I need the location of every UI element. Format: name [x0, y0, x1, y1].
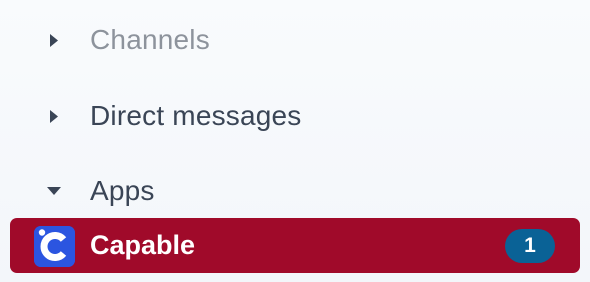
sidebar-item-capable[interactable]: Capable 1	[10, 218, 580, 273]
section-label-direct-messages: Direct messages	[90, 100, 302, 131]
unread-badge: 1	[505, 229, 555, 263]
sidebar-section-channels[interactable]: Channels	[0, 20, 590, 60]
caret-down-icon[interactable]	[47, 184, 61, 198]
section-label-apps: Apps	[90, 175, 155, 206]
sidebar-section-apps[interactable]: Apps	[0, 171, 590, 211]
section-label-channels: Channels	[90, 24, 210, 55]
caret-right-icon[interactable]	[47, 109, 61, 123]
capable-app-icon	[34, 226, 75, 267]
sidebar-section-direct-messages[interactable]: Direct messages	[0, 96, 590, 136]
caret-right-icon[interactable]	[47, 33, 61, 47]
app-name: Capable	[90, 230, 196, 260]
